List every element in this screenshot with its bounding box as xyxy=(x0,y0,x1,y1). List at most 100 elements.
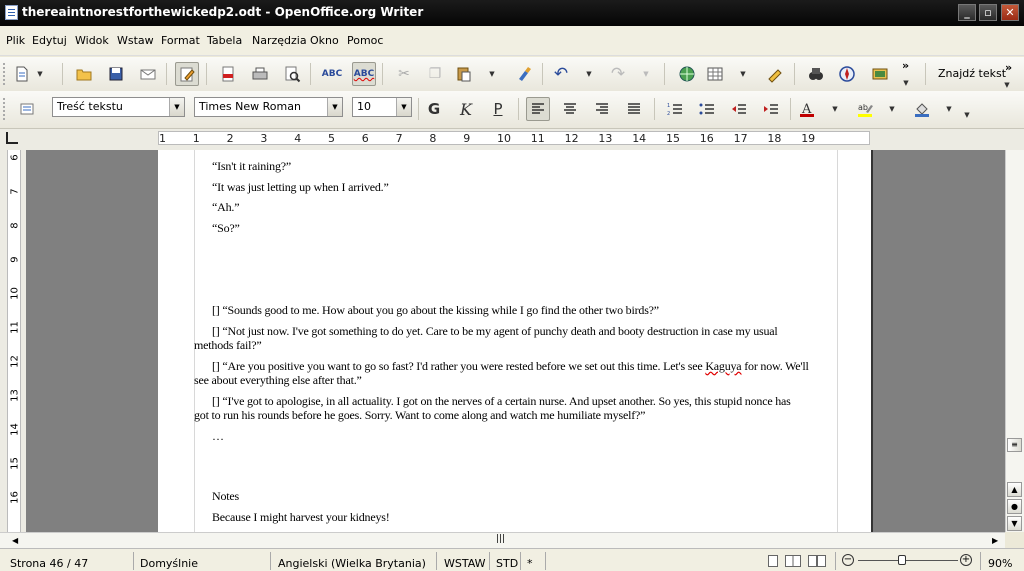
table-icon[interactable] xyxy=(703,62,727,86)
maximize-button[interactable]: ▫ xyxy=(979,4,997,21)
clone-formatting-icon[interactable] xyxy=(512,62,536,86)
redo-icon[interactable]: ↷ xyxy=(606,62,630,86)
navigator-icon[interactable] xyxy=(835,62,859,86)
zoom-slider-track[interactable] xyxy=(858,560,958,561)
email-icon[interactable] xyxy=(136,62,160,86)
menu-okno[interactable]: Okno xyxy=(310,34,339,47)
paragraph-style-combo[interactable]: Treść tekstu ▼ xyxy=(52,97,185,117)
cut-icon[interactable]: ✂ xyxy=(392,62,416,86)
insert-mode[interactable]: WSTAW xyxy=(444,557,486,570)
menu-tabela[interactable]: Tabela xyxy=(207,34,242,47)
styles-formatting-icon[interactable] xyxy=(15,97,39,121)
align-left-icon[interactable] xyxy=(526,97,550,121)
bold-icon[interactable]: G xyxy=(422,97,446,121)
scroll-thumb[interactable]: ≡ xyxy=(1007,438,1022,452)
hyperlink-icon[interactable] xyxy=(675,62,699,86)
font-color-dropdown[interactable]: ▼ xyxy=(831,97,839,121)
background-color-dropdown[interactable]: ▼ xyxy=(945,97,953,121)
decrease-indent-icon[interactable] xyxy=(727,97,751,121)
table-dropdown[interactable]: ▼ xyxy=(739,62,747,86)
highlighting-icon[interactable]: ab xyxy=(853,97,877,121)
font-name-combo[interactable]: Times New Roman ▼ xyxy=(194,97,343,117)
scroll-left-icon[interactable]: ◀ xyxy=(12,536,18,545)
chevron-down-icon[interactable]: ▼ xyxy=(169,98,184,116)
increase-indent-icon[interactable] xyxy=(759,97,783,121)
chevron-down-icon[interactable]: ▼ xyxy=(396,98,411,116)
notes-heading[interactable]: Notes xyxy=(212,490,239,503)
page-count[interactable]: Strona 46 / 47 xyxy=(10,557,88,570)
chevron-down-icon[interactable]: ▼ xyxy=(327,98,342,116)
new-dropdown[interactable]: ▼ xyxy=(36,62,44,86)
paragraph[interactable]: [] “I've got to apologise, in all actual… xyxy=(212,395,791,408)
zoom-level[interactable]: 90% xyxy=(988,557,1012,570)
numbering-icon[interactable]: 12 xyxy=(663,97,687,121)
selection-mode[interactable]: STD xyxy=(496,557,518,570)
menu-edytuj[interactable]: Edytuj xyxy=(32,34,67,47)
paragraph-continuation[interactable]: see about everything else after that.” xyxy=(194,374,362,387)
new-document-icon[interactable] xyxy=(10,62,34,86)
find-replace-icon[interactable] xyxy=(804,62,828,86)
multi-page-view-icon[interactable] xyxy=(785,555,801,567)
misspelled-word[interactable]: Kaguya xyxy=(705,359,741,373)
menu-wstaw[interactable]: Wstaw xyxy=(117,34,154,47)
horizontal-scrollbar[interactable]: ◀ ||| ▶ xyxy=(0,532,1005,548)
tab-stop-icon[interactable] xyxy=(6,132,18,144)
highlighting-dropdown[interactable]: ▼ xyxy=(888,97,896,121)
export-pdf-icon[interactable] xyxy=(216,62,240,86)
copy-icon[interactable]: ❐ xyxy=(423,62,447,86)
print-icon[interactable] xyxy=(248,62,272,86)
paragraph[interactable]: [] “Sounds good to me. How about you go … xyxy=(212,304,659,317)
paragraph-continuation[interactable]: got to run his rounds before he goes. So… xyxy=(194,409,645,422)
scroll-thumb-grip[interactable]: ||| xyxy=(496,534,505,544)
paragraph[interactable]: “Isn't it raining?” xyxy=(212,160,291,173)
font-size-combo[interactable]: 10 ▼ xyxy=(352,97,412,117)
formatting-toolbar-options[interactable]: ▼ xyxy=(963,103,971,127)
redo-dropdown[interactable]: ▼ xyxy=(642,62,650,86)
paste-dropdown[interactable]: ▼ xyxy=(488,62,496,86)
find-text-label[interactable]: Znajdź tekst xyxy=(938,67,1006,80)
open-folder-icon[interactable] xyxy=(72,62,96,86)
minimize-button[interactable]: _ xyxy=(958,4,976,21)
bullets-icon[interactable] xyxy=(695,97,719,121)
paste-icon[interactable] xyxy=(452,62,476,86)
navigation-icon[interactable]: ● xyxy=(1007,499,1022,514)
paragraph[interactable]: [] “Not just now. I've got something to … xyxy=(212,325,778,338)
zoom-slider-knob[interactable] xyxy=(897,555,906,565)
background-color-icon[interactable] xyxy=(910,97,934,121)
previous-page-icon[interactable]: ▲ xyxy=(1007,482,1022,497)
justify-icon[interactable] xyxy=(622,97,646,121)
underline-icon[interactable]: P xyxy=(486,97,510,121)
vertical-ruler[interactable]: 6 7 8 9 10 11 12 13 14 15 16 xyxy=(7,150,21,532)
close-button[interactable]: ✕ xyxy=(1001,4,1019,21)
italic-icon[interactable]: K xyxy=(454,97,478,121)
menu-format[interactable]: Format xyxy=(161,34,200,47)
paragraph[interactable]: “So?” xyxy=(212,222,240,235)
menu-plik[interactable]: Plik xyxy=(6,34,25,47)
paragraph-continuation[interactable]: methods fail?” xyxy=(194,339,262,352)
ellipsis-paragraph[interactable]: … xyxy=(212,430,224,443)
zoom-out-icon[interactable]: − xyxy=(842,554,854,566)
gallery-icon[interactable] xyxy=(868,62,892,86)
draw-functions-icon[interactable] xyxy=(763,62,787,86)
align-center-icon[interactable] xyxy=(558,97,582,121)
page-style[interactable]: Domyślnie xyxy=(140,557,198,570)
zoom-in-icon[interactable]: + xyxy=(960,554,972,566)
print-preview-icon[interactable] xyxy=(280,62,304,86)
paragraph[interactable]: “It was just letting up when I arrived.” xyxy=(212,181,389,194)
next-page-icon[interactable]: ▼ xyxy=(1007,516,1022,531)
paragraph[interactable]: “Ah.” xyxy=(212,201,240,214)
scroll-right-icon[interactable]: ▶ xyxy=(992,536,998,545)
single-page-view-icon[interactable] xyxy=(768,555,778,567)
font-color-icon[interactable]: A xyxy=(795,97,819,121)
ruler-body[interactable]: 1 1 2 3 4 5 6 7 8 9 10 11 12 13 14 15 16 17 18 19 xyxy=(158,131,870,145)
edit-mode-icon[interactable] xyxy=(175,62,199,86)
auto-spellcheck-icon[interactable]: ABC xyxy=(352,62,376,86)
language[interactable]: Angielski (Wielka Brytania) xyxy=(278,557,426,570)
align-right-icon[interactable] xyxy=(590,97,614,121)
paragraph[interactable]: Because I might harvest your kidneys! xyxy=(212,511,390,524)
paragraph[interactable]: [] “Are you positive you want to go so f… xyxy=(212,360,809,373)
menu-narzedzia[interactable]: Narzędzia xyxy=(252,34,307,47)
undo-dropdown[interactable]: ▼ xyxy=(585,62,593,86)
save-icon[interactable] xyxy=(104,62,128,86)
menu-widok[interactable]: Widok xyxy=(75,34,109,47)
